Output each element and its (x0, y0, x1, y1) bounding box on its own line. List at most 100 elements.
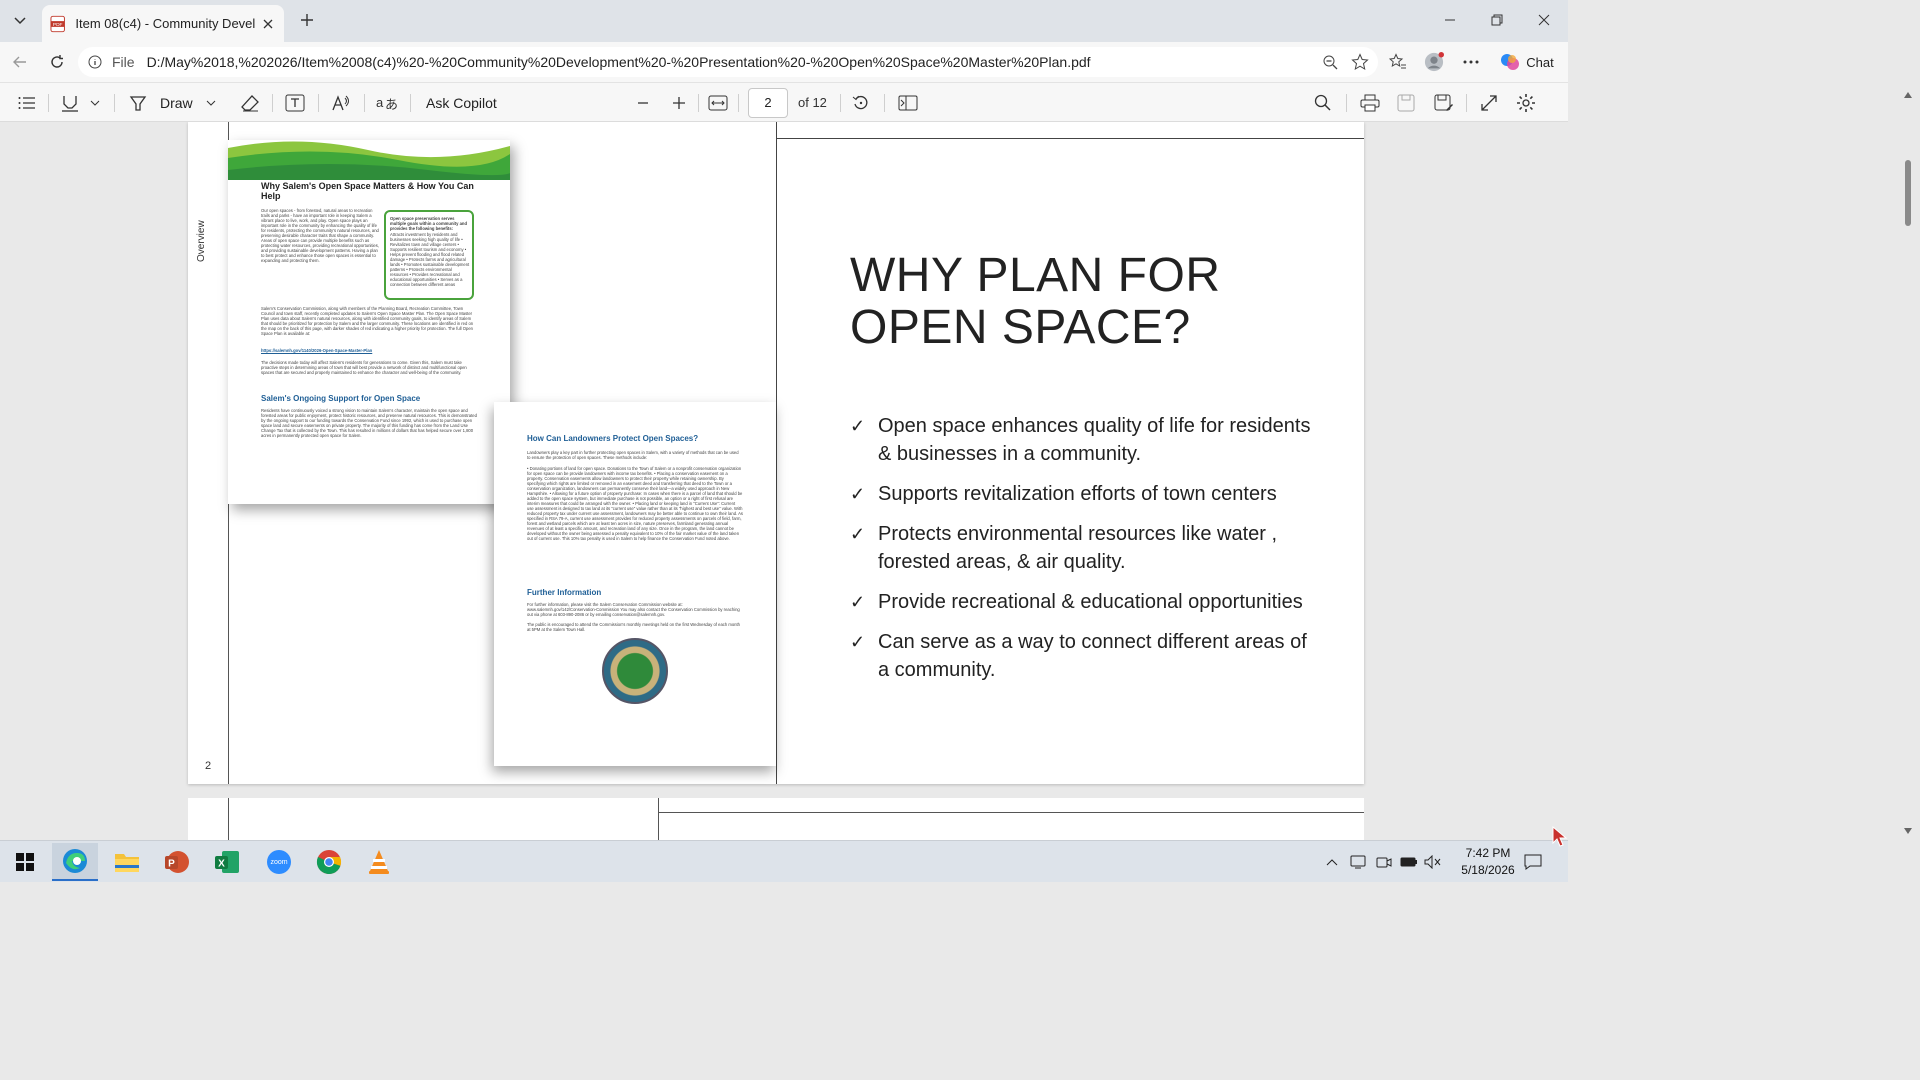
back-arrow-icon[interactable] (10, 52, 30, 72)
info-icon[interactable] (88, 55, 102, 69)
close-window-icon[interactable] (1534, 10, 1554, 30)
translate-icon[interactable]: aあ (376, 91, 398, 115)
contents-list-icon[interactable] (18, 91, 36, 115)
vertical-scrollbar[interactable] (1902, 92, 1914, 840)
tab-list-chevron-icon[interactable] (8, 8, 32, 32)
pdf-toolbar: Draw aあ Ask Copilot 2 of 12 (0, 82, 1568, 122)
brochure-front-para1: Our open spaces - from forested, natural… (261, 208, 380, 263)
draw-pen-icon (129, 96, 147, 111)
slide-bullet: ✓ Open space enhances quality of life for… (850, 412, 1320, 468)
ask-copilot-label: Ask Copilot (426, 95, 497, 111)
checkmark-icon: ✓ (850, 416, 866, 436)
brochure-benefits-box: Open space preservation serves multiple … (384, 210, 474, 300)
brochure-back-para3: The public is encouraged to attend the C… (527, 622, 741, 632)
highlight-chevron-down-icon[interactable] (90, 91, 100, 115)
copilot-chat-button[interactable]: Chat (1494, 48, 1560, 76)
page-number-label: 2 (205, 760, 212, 772)
more-options-icon[interactable] (1461, 52, 1481, 72)
address-bar: File D:/May%2018,%202026/Item%2008(c4)%2… (0, 42, 1568, 82)
checkmark-icon: ✓ (850, 632, 866, 652)
zoom-out-icon[interactable] (1320, 52, 1340, 72)
tab-bar: PDF Item 08(c4) - Community Develop (0, 0, 1568, 42)
slide-bullet: ✓ Supports revitalization efforts of town… (850, 480, 1320, 508)
eraser-icon[interactable] (240, 91, 260, 115)
profile-avatar-icon[interactable] (1424, 52, 1444, 72)
brochure-back-heading: How Can Landowners Protect Open Spaces? (527, 434, 699, 443)
zoom-minus-icon[interactable] (636, 91, 650, 115)
page-center-divider (776, 122, 777, 784)
taskbar-clock[interactable]: 7:42 PM 5/18/2026 (1450, 845, 1526, 879)
restore-icon[interactable] (1487, 10, 1507, 30)
favorites-list-icon[interactable] (1388, 52, 1408, 72)
scroll-up-arrow-icon[interactable] (1904, 92, 1912, 98)
draw-button[interactable]: Draw (128, 91, 193, 115)
battery-icon[interactable] (1400, 853, 1418, 871)
page-number-input[interactable]: 2 (748, 88, 788, 118)
brochure-front-para4: Residents have continuously voiced a str… (261, 408, 477, 438)
brochure-front-heading: Why Salem's Open Space Matters & How You… (261, 181, 474, 201)
read-aloud-icon[interactable] (331, 91, 351, 115)
fit-width-icon[interactable] (708, 91, 728, 115)
highlight-icon[interactable] (60, 91, 80, 115)
checkmark-icon: ✓ (850, 484, 866, 504)
close-tab-icon[interactable] (261, 16, 276, 32)
conservation-commission-seal-logo (602, 638, 668, 704)
vlc-icon[interactable] (356, 843, 402, 881)
powerpoint-icon[interactable]: P (154, 843, 200, 881)
brochure-back-bullets: • Donating portions of land for open spa… (527, 466, 744, 541)
save-icon[interactable] (1397, 91, 1415, 115)
notification-center-icon[interactable] (1524, 853, 1542, 871)
refresh-icon[interactable] (47, 52, 67, 72)
brochure-link: https://salemnh.gov/1140/2026-Open-Space… (261, 348, 373, 353)
tray-chevron-up-icon[interactable] (1326, 853, 1338, 871)
benefits-box-title: Open space preservation serves multiple … (390, 216, 468, 231)
zoom-app-icon[interactable]: zoom (256, 843, 302, 881)
brochure-front-para3: The decisions made today will affect Sal… (261, 360, 467, 375)
favorite-star-icon[interactable] (1350, 52, 1370, 72)
excel-icon[interactable]: X (204, 843, 250, 881)
slide-title-line1: WHY PLAN FOR (850, 249, 1221, 302)
slide-bullet: ✓ Protects environmental resources like w… (850, 520, 1320, 576)
edge-browser-icon[interactable] (52, 843, 98, 881)
tray-camera-icon[interactable] (1376, 853, 1392, 871)
url-text[interactable]: D:/May%2018,%202026/Item%2008(c4)%20-%20… (147, 54, 1107, 70)
draw-chevron-down-icon[interactable] (206, 91, 216, 115)
slide-title-line2: OPEN SPACE? (850, 301, 1191, 354)
clock-date: 5/18/2026 (1461, 863, 1515, 877)
pdf-viewer[interactable]: Overview 2 Why Salem's Open Space Matter… (0, 122, 1568, 840)
copilot-icon (1501, 54, 1520, 70)
chat-label: Chat (1526, 54, 1554, 70)
svg-text:a: a (376, 95, 384, 110)
chrome-icon[interactable] (306, 843, 352, 881)
draw-label: Draw (160, 95, 193, 111)
brochure-front-para2: Salem's Conservation Commission, along w… (261, 306, 474, 336)
svg-text:PDF: PDF (53, 21, 63, 27)
volume-muted-icon[interactable] (1424, 853, 1442, 871)
minimize-icon[interactable] (1440, 10, 1460, 30)
zoom-plus-icon[interactable] (672, 91, 686, 115)
url-field[interactable]: File D:/May%2018,%202026/Item%2008(c4)%2… (78, 47, 1378, 77)
pdf-page: Overview 2 Why Salem's Open Space Matter… (188, 122, 1364, 784)
checkmark-icon: ✓ (850, 524, 866, 544)
file-explorer-icon[interactable] (104, 843, 150, 881)
search-icon[interactable] (1314, 91, 1332, 115)
rotate-icon[interactable] (852, 91, 870, 115)
settings-gear-icon[interactable] (1516, 91, 1536, 115)
page-view-icon[interactable] (898, 91, 918, 115)
clock-time: 7:42 PM (1465, 846, 1511, 860)
ask-copilot-button[interactable]: Ask Copilot (426, 91, 497, 115)
tray-display-icon[interactable] (1350, 853, 1366, 871)
new-tab-plus-icon[interactable] (297, 10, 317, 30)
checkmark-icon: ✓ (850, 592, 866, 612)
scrollbar-thumb[interactable] (1905, 160, 1911, 226)
pdf-icon: PDF (50, 15, 65, 32)
windows-start-icon[interactable] (2, 843, 48, 881)
add-text-icon[interactable] (285, 91, 305, 115)
save-as-icon[interactable] (1434, 91, 1454, 115)
brochure-front-image: Why Salem's Open Space Matters & How You… (228, 140, 510, 504)
fullscreen-icon[interactable] (1480, 91, 1498, 115)
browser-tab[interactable]: PDF Item 08(c4) - Community Develop (42, 5, 284, 42)
next-pdf-page (188, 798, 1364, 840)
print-icon[interactable] (1360, 91, 1380, 115)
scroll-down-arrow-icon[interactable] (1904, 828, 1912, 834)
